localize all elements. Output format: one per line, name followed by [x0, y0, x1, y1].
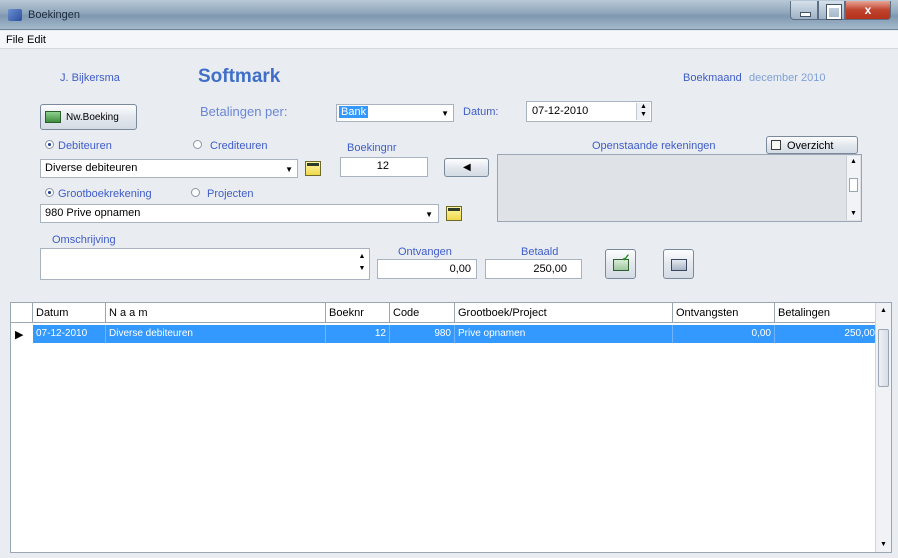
cell-ontvangsten[interactable]: 0,00 — [673, 325, 775, 343]
account-select[interactable]: 980 Prive opnamen ▼ — [40, 204, 439, 223]
row-header-corner — [11, 303, 33, 323]
close-button[interactable]: x — [845, 1, 891, 20]
boekmaand-label: Boekmaand — [683, 72, 742, 84]
new-booking-icon — [45, 111, 61, 123]
omschrijving-label: Omschrijving — [52, 234, 116, 246]
grootboek-label: Grootboekrekening — [58, 188, 152, 200]
betaald-label: Betaald — [521, 246, 559, 258]
betaald-value: 250,00 — [533, 263, 567, 275]
check-icon: ✓ — [622, 253, 631, 264]
save-booking-button[interactable]: ✓ — [605, 249, 636, 279]
new-booking-button[interactable]: Nw.Boeking — [40, 104, 137, 130]
table-row[interactable]: 07-12-2010 Diverse debiteuren 12 980 Pri… — [33, 325, 878, 343]
previous-button[interactable]: ◀ — [444, 158, 489, 177]
title-bar: Boekingen x — [0, 0, 898, 30]
menu-file[interactable]: File — [6, 34, 24, 46]
scroll-thumb[interactable] — [878, 329, 889, 387]
boekmaand-value: december 2010 — [749, 72, 826, 84]
current-row-icon: ▶ — [15, 329, 24, 341]
cell-datum[interactable]: 07-12-2010 — [33, 325, 106, 343]
boekingnr-label: Boekingnr — [347, 142, 397, 154]
table-scrollbar[interactable]: ▲ ▼ — [875, 303, 891, 552]
column-header[interactable]: Ontvangsten — [673, 303, 775, 323]
boekingnr-field[interactable]: 12 — [340, 157, 428, 177]
scroll-down-icon[interactable]: ▼ — [880, 541, 887, 548]
payment-method-value: Bank — [339, 106, 369, 118]
chevron-down-icon: ▼ — [425, 210, 433, 219]
scroll-down-icon[interactable]: ▼ — [850, 210, 857, 217]
ontvangen-value: 0,00 — [449, 263, 471, 275]
column-header[interactable]: Datum — [33, 303, 106, 323]
menu-bar: File Edit — [0, 31, 898, 49]
column-header[interactable]: Code — [390, 303, 455, 323]
scroll-up-icon[interactable]: ▲ — [850, 158, 857, 165]
ontvangen-field[interactable]: 0,00 — [377, 259, 477, 279]
bookings-table[interactable]: Datum N a a m Boeknr Code Grootboek/Proj… — [10, 302, 892, 553]
column-header[interactable]: Grootboek/Project — [455, 303, 673, 323]
cell-boeknr[interactable]: 12 — [326, 325, 390, 343]
column-header[interactable]: Betalingen — [775, 303, 878, 323]
debiteuren-label: Debiteuren — [58, 140, 112, 152]
debiteuren-radio[interactable] — [45, 140, 54, 149]
user-name: J. Bijkersma — [60, 72, 120, 84]
overzicht-button[interactable]: Overzicht — [766, 136, 858, 154]
minimize-button[interactable] — [790, 1, 818, 20]
cell-naam[interactable]: Diverse debiteuren — [106, 325, 326, 343]
scroll-thumb[interactable] — [849, 178, 858, 192]
cell-code[interactable]: 980 — [390, 325, 455, 343]
betaald-field[interactable]: 250,00 — [485, 259, 582, 279]
folder-icon[interactable] — [446, 206, 462, 221]
omschrijving-field[interactable]: ▲ ▼ — [40, 248, 370, 280]
app-icon — [8, 9, 22, 21]
column-header[interactable]: N a a m — [106, 303, 326, 323]
date-spinner[interactable]: ▲ ▼ — [636, 103, 650, 120]
relation-value: Diverse debiteuren — [45, 162, 138, 174]
memo-scrollbar[interactable]: ▲ ▼ — [846, 156, 860, 220]
crediteuren-radio[interactable] — [193, 140, 202, 149]
delete-icon — [671, 259, 687, 271]
chevron-down-icon: ▼ — [441, 109, 449, 118]
date-value: 07-12-2010 — [532, 105, 589, 117]
app-name: Softmark — [198, 66, 281, 87]
payment-method-select[interactable]: Bank ▼ — [336, 104, 454, 122]
new-booking-label: Nw.Boeking — [66, 112, 119, 123]
scroll-up-icon[interactable]: ▲ — [880, 307, 887, 314]
projecten-radio[interactable] — [191, 188, 200, 197]
overzicht-label: Overzicht — [787, 140, 834, 152]
betalingen-per-label: Betalingen per: — [200, 104, 288, 119]
cell-grootboek[interactable]: Prive opnamen — [455, 325, 673, 343]
ontvangen-label: Ontvangen — [398, 246, 452, 258]
folder-icon[interactable] — [305, 161, 321, 176]
boekingnr-value: 12 — [376, 160, 389, 172]
document-icon — [771, 140, 781, 150]
account-value: 980 Prive opnamen — [45, 207, 141, 219]
triangle-left-icon: ◀ — [463, 162, 471, 173]
datum-label: Datum: — [463, 106, 499, 118]
date-field[interactable]: 07-12-2010 ▲ ▼ — [526, 101, 652, 122]
chevron-down-icon: ▼ — [285, 165, 293, 174]
openstaande-label: Openstaande rekeningen — [592, 140, 716, 152]
menu-edit[interactable]: Edit — [27, 34, 46, 46]
crediteuren-label: Crediteuren — [210, 140, 268, 152]
window-title: Boekingen — [28, 9, 80, 21]
column-header[interactable]: Boeknr — [326, 303, 390, 323]
omschrijving-scroll[interactable]: ▲ ▼ — [357, 251, 367, 275]
grootboek-radio[interactable] — [45, 188, 54, 197]
delete-booking-button[interactable] — [663, 249, 694, 279]
relation-select[interactable]: Diverse debiteuren ▼ — [40, 159, 298, 178]
cell-betalingen[interactable]: 250,00 — [775, 325, 878, 343]
openstaande-rekeningen-box[interactable]: ▲ ▼ — [497, 154, 862, 222]
table-header: Datum N a a m Boeknr Code Grootboek/Proj… — [11, 303, 878, 323]
projecten-label: Projecten — [207, 188, 254, 200]
maximize-button[interactable] — [818, 1, 845, 20]
